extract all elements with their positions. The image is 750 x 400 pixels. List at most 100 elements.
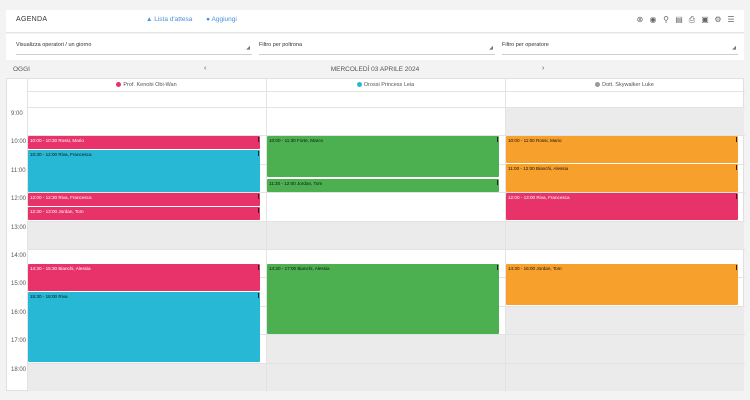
more-options-icon[interactable] bbox=[497, 136, 498, 142]
time-label: 13:00 bbox=[11, 224, 27, 231]
more-options-icon[interactable] bbox=[497, 179, 498, 185]
unavailable-slot bbox=[27, 220, 266, 249]
appointment-label: 10:00 - 11:00 Rossi, Mario bbox=[508, 137, 562, 143]
unavailable-slot bbox=[266, 220, 505, 249]
close-circle-icon[interactable]: ⊗ bbox=[635, 15, 645, 25]
current-date: MERCOLEDÌ 03 APRILE 2024 bbox=[330, 66, 420, 73]
hour-gridline bbox=[27, 107, 745, 108]
unavailable-slot bbox=[505, 107, 744, 136]
appointment-label: 14:30 - 16:00 Jordan, Tom bbox=[508, 265, 562, 271]
appointment-label: 10:30 - 12:00 Riva, Francesca bbox=[30, 152, 92, 158]
column-header-label: Prof. Kenobi Obi-Wan bbox=[123, 82, 177, 88]
eye-icon[interactable]: ◉ bbox=[648, 15, 658, 25]
prev-day-button[interactable]: ‹ bbox=[204, 65, 206, 72]
sliders-icon[interactable]: ☰ bbox=[726, 15, 736, 25]
time-label: 15:00 bbox=[11, 281, 27, 288]
more-options-icon[interactable] bbox=[258, 293, 259, 299]
operator-color-dot bbox=[356, 82, 362, 88]
column-divider bbox=[505, 79, 506, 392]
hour-gridline bbox=[27, 249, 745, 250]
time-label: 18:00 bbox=[11, 366, 27, 373]
operator-color-dot bbox=[595, 82, 601, 88]
appointment-block[interactable]: 14:30 - 15:30 Bianchi, Alessia bbox=[28, 263, 260, 292]
hour-gridline bbox=[27, 362, 745, 364]
time-label: 12:00 bbox=[11, 196, 27, 203]
view-select-value: Visualizza operatori / un giorno bbox=[16, 42, 92, 48]
print-icon[interactable]: ⎙ bbox=[687, 15, 697, 25]
operator-select-value: Filtro per operatore bbox=[502, 42, 549, 48]
add-link-label: Aggiungi bbox=[211, 16, 237, 23]
appointment-block[interactable]: 10:00 - 11:00 Rossi, Mario bbox=[506, 135, 738, 164]
calendar-icon[interactable]: ▤ bbox=[674, 15, 684, 25]
column-header: Dott. Skywalker Luke bbox=[505, 79, 744, 91]
appointment-block[interactable]: 12:00 - 13:00 Riva, Francesca bbox=[506, 192, 738, 221]
appointment-block[interactable]: 15:30 - 18:00 Riva bbox=[28, 292, 260, 363]
unavailable-slot bbox=[27, 362, 266, 391]
waitlist-link[interactable]: ▲ Lista d'attesa bbox=[146, 16, 198, 23]
appointment-label: 11:30 - 12:00 Jordan, Tom bbox=[269, 180, 323, 186]
agenda-header: AGENDA ▲ Lista d'attesa ● Aggiungi ⊗ ◉ ⚲… bbox=[6, 10, 744, 33]
more-options-icon[interactable] bbox=[258, 207, 259, 213]
agenda-page: AGENDA ▲ Lista d'attesa ● Aggiungi ⊗ ◉ ⚲… bbox=[0, 0, 750, 400]
appointment-block[interactable]: 10:30 - 12:00 Riva, Francesca bbox=[28, 150, 260, 192]
time-label: 9:00 bbox=[11, 111, 23, 117]
today-button[interactable]: OGGI bbox=[13, 66, 30, 73]
column-header-divider bbox=[27, 91, 745, 92]
chevron-down-icon: ◢ bbox=[489, 45, 493, 51]
appointment-label: 12:00 - 12:30 Riva, Francesca bbox=[30, 194, 92, 200]
add-link[interactable]: ● Aggiungi bbox=[206, 16, 243, 23]
appointment-block[interactable]: 14:30 - 16:00 Jordan, Tom bbox=[506, 263, 738, 306]
date-navbar: MERCOLEDÌ 03 APRILE 2024 OGGI ‹ › bbox=[6, 63, 744, 77]
unavailable-slot bbox=[505, 305, 744, 391]
operator-select[interactable]: Filtro per operatore ◢ bbox=[502, 42, 738, 55]
appointment-block[interactable]: 11:30 - 12:00 Jordan, Tom bbox=[267, 178, 499, 192]
more-options-icon[interactable] bbox=[258, 151, 259, 157]
appointment-block[interactable]: 14:30 - 17:00 Bianchi, Alessia bbox=[267, 263, 499, 334]
unavailable-slot bbox=[505, 220, 744, 249]
time-label: 11:00 bbox=[11, 167, 26, 174]
appointment-label: 10:00 - 11:30 Forte, Marco bbox=[269, 137, 324, 143]
toolbar: ⊗ ◉ ⚲ ▤ ⎙ ▣ ⚙ ☰ bbox=[635, 15, 736, 25]
appointment-label: 12:00 - 13:00 Riva, Francesca bbox=[508, 194, 570, 200]
more-options-icon[interactable] bbox=[736, 193, 737, 199]
time-label: 16:00 bbox=[11, 309, 27, 316]
more-options-icon[interactable] bbox=[736, 264, 737, 270]
column-header: Orossi Princess Leia bbox=[266, 79, 505, 91]
car-icon[interactable]: ▣ bbox=[700, 15, 710, 25]
appointment-block[interactable]: 12:30 - 13:00 Jordan, Tom bbox=[28, 206, 260, 221]
appointment-block[interactable]: 10:00 - 11:30 Forte, Marco bbox=[267, 135, 499, 178]
appointment-label: 14:30 - 15:30 Bianchi, Alessia bbox=[30, 265, 91, 271]
appointment-label: 14:30 - 17:00 Bianchi, Alessia bbox=[269, 265, 330, 271]
more-options-icon[interactable] bbox=[736, 136, 737, 142]
appointment-label: 15:30 - 18:00 Riva bbox=[30, 294, 68, 300]
chair-select[interactable]: Filtro per poltrona ◢ bbox=[259, 42, 495, 55]
more-options-icon[interactable] bbox=[497, 264, 498, 270]
column-header-label: Dott. Skywalker Luke bbox=[602, 82, 654, 88]
chevron-down-icon: ◢ bbox=[732, 45, 736, 51]
appointment-label: 11:00 - 12:00 Bianchi, Alessia bbox=[508, 166, 569, 172]
filters-bar: Visualizza operatori / un giorno ◢ Filtro… bbox=[6, 34, 744, 60]
chair-select-value: Filtro per poltrona bbox=[259, 42, 303, 48]
appointment-block[interactable]: 10:00 - 10:30 Rossi, Mario bbox=[28, 135, 260, 150]
column-divider bbox=[266, 79, 267, 392]
more-options-icon[interactable] bbox=[736, 165, 737, 171]
appointment-block[interactable]: 12:00 - 12:30 Riva, Francesca bbox=[28, 192, 260, 206]
time-label: 17:00 bbox=[11, 338, 27, 345]
settings-icon[interactable]: ⚙ bbox=[713, 15, 723, 25]
more-options-icon[interactable] bbox=[258, 193, 259, 199]
more-options-icon[interactable] bbox=[258, 264, 259, 270]
page-title: AGENDA bbox=[16, 16, 48, 23]
search-icon[interactable]: ⚲ bbox=[661, 15, 671, 25]
appointment-block[interactable]: 11:00 - 12:00 Bianchi, Alessia bbox=[506, 164, 738, 192]
column-header-label: Orossi Princess Leia bbox=[363, 82, 415, 88]
more-options-icon[interactable] bbox=[258, 136, 259, 142]
appointment-label: 10:00 - 10:30 Rossi, Mario bbox=[30, 137, 84, 143]
chevron-down-icon: ◢ bbox=[246, 45, 250, 51]
header-links: ▲ Lista d'attesa ● Aggiungi bbox=[146, 16, 249, 23]
waitlist-link-label: Lista d'attesa bbox=[154, 16, 193, 23]
operator-color-dot bbox=[116, 82, 122, 88]
view-select[interactable]: Visualizza operatori / un giorno ◢ bbox=[16, 42, 252, 55]
hour-gridline bbox=[27, 220, 745, 222]
next-day-button[interactable]: › bbox=[542, 65, 544, 72]
time-label: 10:00 bbox=[11, 139, 27, 146]
